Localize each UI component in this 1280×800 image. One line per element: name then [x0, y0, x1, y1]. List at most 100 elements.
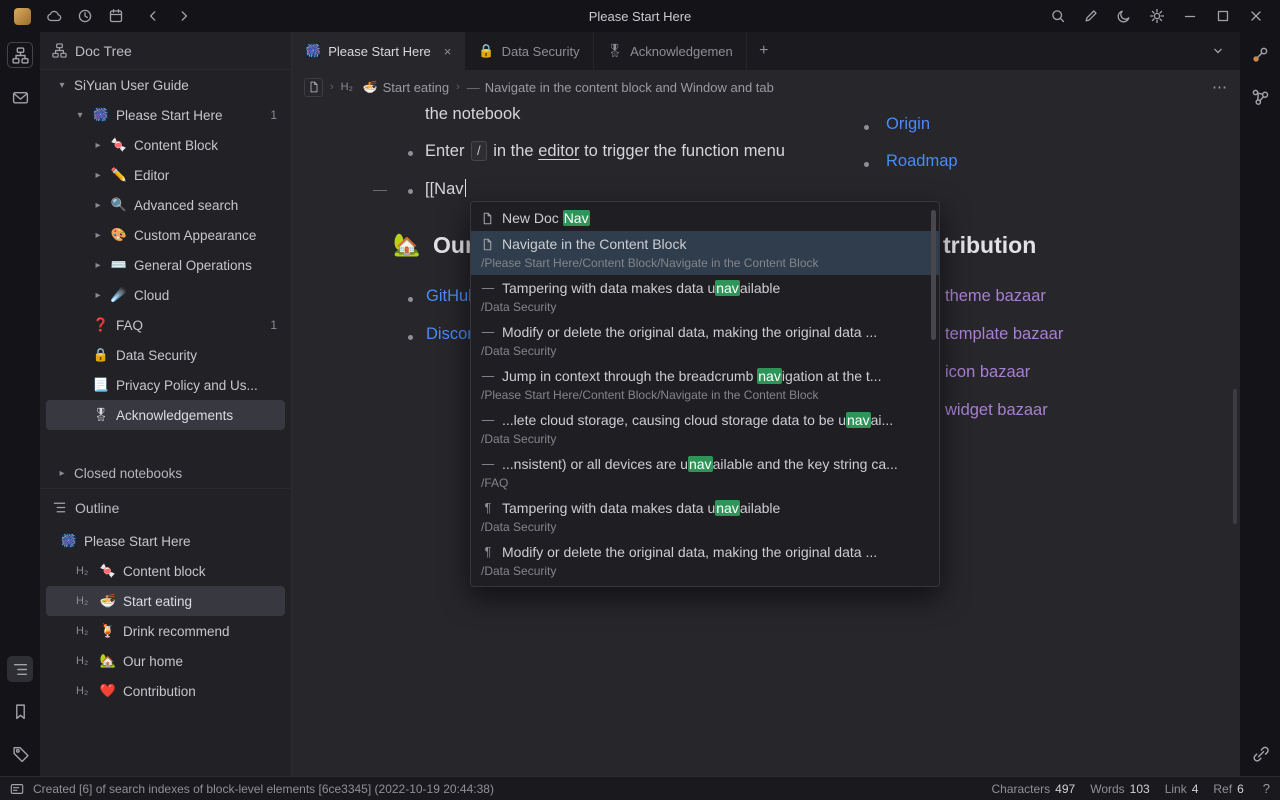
popup-item-result[interactable]: —Tampering with data makes data unavaila… — [471, 275, 939, 319]
doc-cloud[interactable]: ▸ ☄️ Cloud — [46, 280, 285, 310]
close-window-icon[interactable] — [1248, 8, 1264, 24]
doc-privacy-policy[interactable]: 📃 Privacy Policy and Us... — [46, 370, 285, 400]
popup-item-result[interactable]: ¶Modify or delete the original data, mak… — [471, 539, 939, 583]
go-forward-icon[interactable] — [176, 8, 192, 24]
link-icon[interactable] — [1247, 740, 1273, 766]
doc-tree: ▾ SiYuan User Guide ▾ 🎆 Please Start Her… — [40, 70, 291, 430]
doc-label: Data Security — [116, 348, 197, 363]
doc-data-security[interactable]: 🔒 Data Security — [46, 340, 285, 370]
result-path: /Data Security — [481, 520, 929, 534]
doc-faq[interactable]: ❓ FAQ 1 — [46, 310, 285, 340]
theme-moon-icon[interactable] — [1116, 8, 1132, 24]
graph-view-icon[interactable] — [1247, 84, 1273, 110]
doc-label: Please Start Here — [116, 108, 223, 123]
tab-data-security[interactable]: 🔒 Data Security — [465, 32, 593, 70]
breadcrumb-separator: › — [456, 81, 460, 93]
settings-gear-icon[interactable] — [1149, 8, 1165, 24]
editor-ref-link[interactable]: editor — [538, 142, 579, 160]
titlebar-left-icons — [0, 8, 192, 25]
doc-advanced-search[interactable]: ▸ 🔍 Advanced search — [46, 190, 285, 220]
tab-list-dropdown-icon[interactable] — [1210, 43, 1226, 59]
chevron-right-icon[interactable]: ▸ — [92, 140, 104, 151]
outline-item-root[interactable]: 🎆 Please Start Here — [46, 526, 285, 556]
minimize-icon[interactable] — [1182, 8, 1198, 24]
chevron-right-icon[interactable]: ▸ — [92, 260, 104, 271]
tab-acknowledgements[interactable]: 🎖 Acknowledgemen — [594, 32, 747, 70]
inbox-icon[interactable] — [7, 84, 33, 110]
origin-link[interactable]: Origin — [886, 115, 930, 134]
popup-item-result[interactable]: —...lete cloud storage, causing cloud st… — [471, 407, 939, 451]
chevron-right-icon[interactable]: ▸ — [92, 200, 104, 211]
outline-toggle-icon[interactable] — [7, 656, 33, 682]
tab-close-icon[interactable]: × — [444, 44, 452, 59]
chevron-right-icon[interactable]: ▸ — [56, 468, 68, 479]
doc-general-operations[interactable]: ▸ ⌨️ General Operations — [46, 250, 285, 280]
block-gutter-icon[interactable]: — — [373, 181, 387, 197]
paragraph-icon: ¶ — [481, 545, 495, 559]
result-text: Tampering with data makes data unavailab… — [502, 280, 780, 296]
doc-custom-appearance[interactable]: ▸ 🎨 Custom Appearance — [46, 220, 285, 250]
history-icon[interactable] — [77, 8, 93, 24]
breadcrumb-block-segment[interactable]: — Navigate in the content block and Wind… — [467, 80, 774, 95]
popup-scrollbar[interactable] — [931, 210, 936, 340]
popup-item-result[interactable]: —Modify or delete the original data, mak… — [471, 319, 939, 363]
doc-tree-header-icon — [52, 43, 67, 58]
tab-label: Acknowledgemen — [630, 44, 733, 59]
chevron-right-icon[interactable]: ▸ — [92, 290, 104, 301]
result-path: /Data Security — [481, 564, 929, 578]
tab-please-start-here[interactable]: 🎆 Please Start Here × — [292, 32, 465, 70]
breadcrumb-separator: › — [330, 81, 334, 93]
breadcrumb-more-icon[interactable]: ⋯ — [1212, 78, 1228, 96]
roadmap-link[interactable]: Roadmap — [886, 152, 958, 171]
log-icon[interactable] — [10, 782, 24, 796]
popup-item-result[interactable]: —Jump in context through the breadcrumb … — [471, 363, 939, 407]
siyuan-logo-icon[interactable] — [14, 8, 31, 25]
titlebar-right-icons — [1050, 8, 1280, 24]
edit-mode-icon[interactable] — [1083, 8, 1099, 24]
notebook-siyuan-user-guide[interactable]: ▾ SiYuan User Guide — [46, 70, 285, 100]
doc-editor[interactable]: ▸ ✏️ Editor — [46, 160, 285, 190]
chevron-down-icon[interactable]: ▾ — [56, 80, 68, 91]
outline-item-drink-recommend[interactable]: H₂ 🍹 Drink recommend — [46, 616, 285, 646]
doc-please-start-here[interactable]: ▾ 🎆 Please Start Here 1 — [46, 100, 285, 130]
cloud-sync-icon[interactable] — [46, 8, 62, 24]
widget-bazaar-link[interactable]: widget bazaar — [945, 401, 1048, 420]
outline-item-content-block[interactable]: H₂ 🍬 Content block — [46, 556, 285, 586]
go-back-icon[interactable] — [145, 8, 161, 24]
tab-bar: 🎆 Please Start Here × 🔒 Data Security 🎖 … — [292, 32, 1240, 70]
tag-icon[interactable] — [7, 740, 33, 766]
closed-notebooks-row[interactable]: ▸ Closed notebooks — [40, 458, 291, 488]
chevron-down-icon[interactable]: ▾ — [74, 110, 86, 121]
chevron-right-icon[interactable]: ▸ — [92, 170, 104, 181]
outline-item-start-eating[interactable]: H₂ 🍜 Start eating — [46, 586, 285, 616]
daily-note-icon[interactable] — [108, 8, 124, 24]
theme-bazaar-link[interactable]: theme bazaar — [945, 287, 1046, 306]
doc-content-block[interactable]: ▸ 🍬 Content Block — [46, 130, 285, 160]
outline-emoji: ❤️ — [99, 683, 117, 699]
breadcrumb-doc-icon[interactable] — [304, 78, 323, 97]
maximize-icon[interactable] — [1215, 8, 1231, 24]
editor-scrollbar[interactable] — [1233, 389, 1237, 524]
template-bazaar-link[interactable]: template bazaar — [945, 325, 1063, 344]
outline-emoji: 🎆 — [60, 533, 78, 549]
new-tab-button[interactable]: + — [747, 32, 781, 70]
help-icon[interactable]: ? — [1263, 781, 1270, 796]
outline-item-our-home[interactable]: H₂ 🏡 Our home — [46, 646, 285, 676]
breadcrumb-heading-segment[interactable]: H₂ 🍜 Start eating — [341, 80, 449, 95]
breadcrumb-emoji: 🍜 — [363, 80, 378, 94]
doc-tree-toggle-icon[interactable] — [7, 42, 33, 68]
result-text: ...nsistent) or all devices are unavaila… — [502, 456, 898, 472]
bookmark-icon[interactable] — [7, 698, 33, 724]
doc-acknowledgements[interactable]: 🎖 Acknowledgements — [46, 400, 285, 430]
popup-item-result[interactable]: —...nsistent) or all devices are unavail… — [471, 451, 939, 495]
search-icon[interactable] — [1050, 8, 1066, 24]
icon-bazaar-link[interactable]: icon bazaar — [945, 363, 1030, 382]
backlinks-icon[interactable] — [1247, 42, 1273, 68]
doc-emoji: ❓ — [92, 317, 110, 333]
popup-item-navigate-doc[interactable]: Navigate in the Content Block /Please St… — [471, 231, 939, 275]
popup-item-new-doc[interactable]: New Doc Nav — [471, 205, 939, 231]
typed-block-ref-line[interactable]: [[Nav — [425, 179, 466, 199]
chevron-right-icon[interactable]: ▸ — [92, 230, 104, 241]
outline-item-contribution[interactable]: H₂ ❤️ Contribution — [46, 676, 285, 706]
popup-item-result[interactable]: ¶Tampering with data makes data unavaila… — [471, 495, 939, 539]
